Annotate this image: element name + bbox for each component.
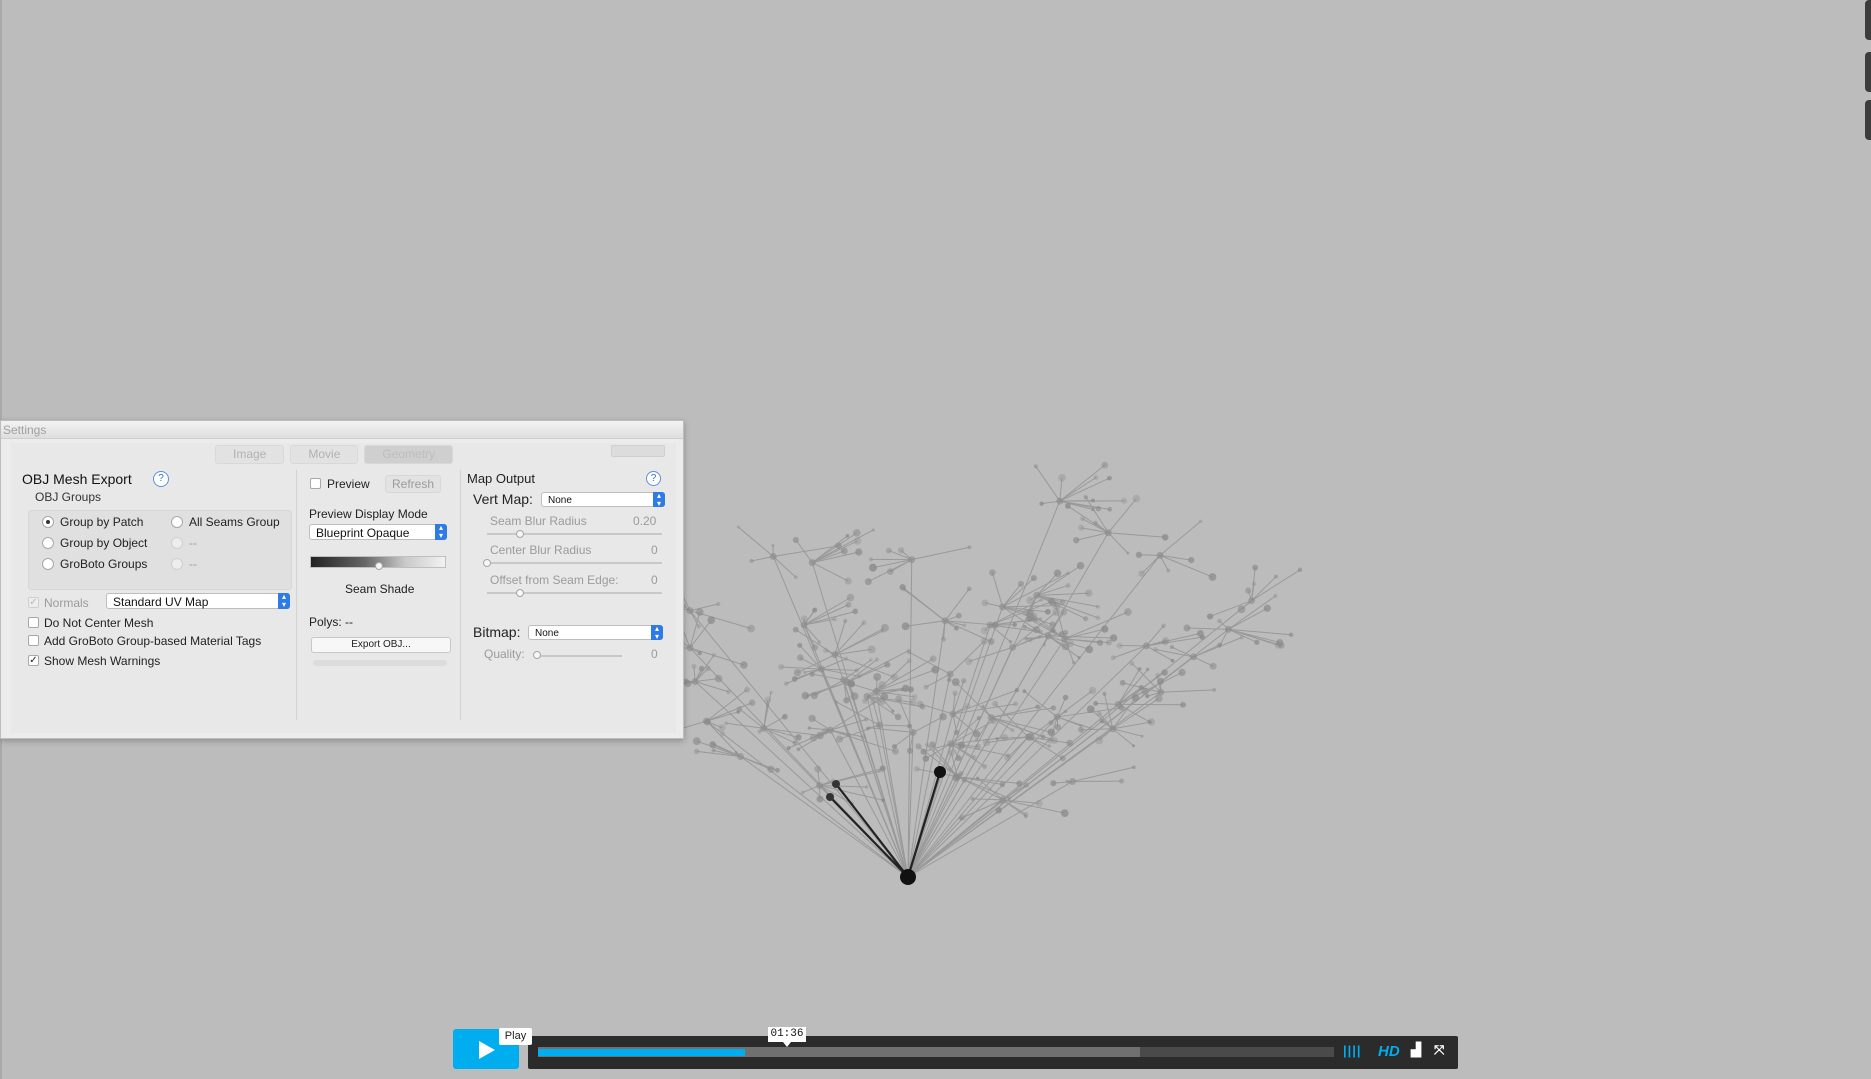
seam-blur-track[interactable] [487,533,662,535]
center-blur-track[interactable] [487,562,662,564]
radio-groboto-groups[interactable] [42,558,54,570]
hd-toggle[interactable]: HD [1378,1043,1400,1060]
seam-blur-knob[interactable] [516,530,524,538]
material-tags-checkbox[interactable] [28,635,39,646]
bitmap-select[interactable]: None ▴ ▾ [528,625,663,641]
seam-blur-value: 0.20 [633,514,657,528]
offset-label: Offset from Seam Edge: [490,573,619,587]
bitmap-label: Bitmap: [473,624,521,640]
group-by-object-label: Group by Object [60,536,148,550]
quality-knob[interactable] [533,651,541,659]
quality-value: 0 [651,647,658,661]
placeholder-label-2: -- [189,557,197,571]
quality-track[interactable] [536,655,622,657]
vert-map-select[interactable]: None ▴ ▾ [541,492,665,508]
do-not-center-checkbox[interactable] [28,617,39,628]
do-not-center-label: Do Not Center Mesh [44,616,154,630]
center-blur-label: Center Blur Radius [490,543,592,557]
seam-shade-label: Seam Shade [345,582,415,596]
radio-placeholder-1[interactable] [171,537,183,549]
radio-group-by-patch[interactable] [42,516,54,528]
preview-checkbox[interactable] [310,478,321,489]
seam-shade-slider-knob[interactable] [375,562,383,570]
map-output-title: Map Output [467,471,535,486]
chevron-updown-icon: ▴ ▾ [653,492,665,508]
column-divider-2 [460,470,461,720]
uv-map-value: Standard UV Map [113,595,209,609]
all-seams-group-label: All Seams Group [189,515,280,529]
column-divider-1 [296,470,297,720]
refresh-button[interactable]: Refresh [385,475,442,493]
offset-knob[interactable] [516,589,524,597]
export-obj-button[interactable]: Export OBJ... [311,637,451,653]
pip-icon[interactable]: ▟ [1411,1042,1421,1058]
offset-value: 0 [651,573,658,587]
quality-label: Quality: [484,647,525,661]
obj-groups-label: OBJ Groups [35,490,102,504]
seam-blur-label: Seam Blur Radius [490,514,587,528]
dialog-titlebar[interactable]: Settings [1,421,683,439]
show-warnings-checkbox[interactable]: ✓ [28,655,39,666]
radio-all-seams-group[interactable] [171,516,183,528]
display-mode-select[interactable]: Blueprint Opaque ▴ ▾ [309,524,447,540]
group-by-patch-label: Group by Patch [60,515,144,529]
normals-label: Normals [44,596,89,610]
normals-checkbox[interactable]: ✓ [28,597,39,608]
show-warnings-label: Show Mesh Warnings [44,654,161,668]
vert-map-value: None [548,495,572,506]
display-mode-label: Preview Display Mode [309,507,428,521]
volume-icon[interactable]: |||| [1343,1043,1362,1058]
preview-label: Preview [327,477,370,491]
chevron-updown-icon: ▴ ▾ [278,593,290,609]
placeholder-label-1: -- [189,536,197,550]
groboto-groups-label: GroBoto Groups [60,557,148,571]
center-blur-value: 0 [651,543,658,557]
settings-tabs: Image Movie Geometry [215,445,454,464]
time-tooltip: 01:36 [768,1027,806,1047]
radio-group-by-object[interactable] [42,537,54,549]
uv-map-select[interactable]: Standard UV Map ▴ ▾ [106,593,290,609]
tab-movie[interactable]: Movie [290,445,359,464]
chevron-updown-icon: ▴ ▾ [651,625,663,641]
tab-geometry[interactable]: Geometry [364,445,454,464]
tree-root-lines [829,771,942,878]
offset-track[interactable] [487,592,662,594]
tree-branch-node [934,766,946,778]
obj-export-title: OBJ Mesh Export [22,471,132,487]
titlebar-control[interactable] [611,445,665,457]
bitmap-value: None [535,628,559,639]
scrub-played [538,1049,745,1056]
radio-placeholder-2[interactable] [171,558,183,570]
help-icon[interactable]: ? [153,471,169,487]
tab-image[interactable]: Image [215,445,285,464]
tree-root-node [900,869,916,885]
map-help-icon[interactable]: ? [646,471,661,486]
polys-label: Polys: -- [309,615,354,629]
export-progress-bar [313,660,447,666]
display-mode-value: Blueprint Opaque [316,526,410,540]
center-blur-knob[interactable] [483,559,491,567]
vert-map-label: Vert Map: [473,491,533,507]
fullscreen-icon[interactable]: ⤧ [1434,1042,1444,1058]
chevron-updown-icon: ▴ ▾ [435,524,447,540]
material-tags-label: Add GroBoto Group-based Material Tags [44,634,262,648]
play-tooltip: Play [499,1028,532,1045]
